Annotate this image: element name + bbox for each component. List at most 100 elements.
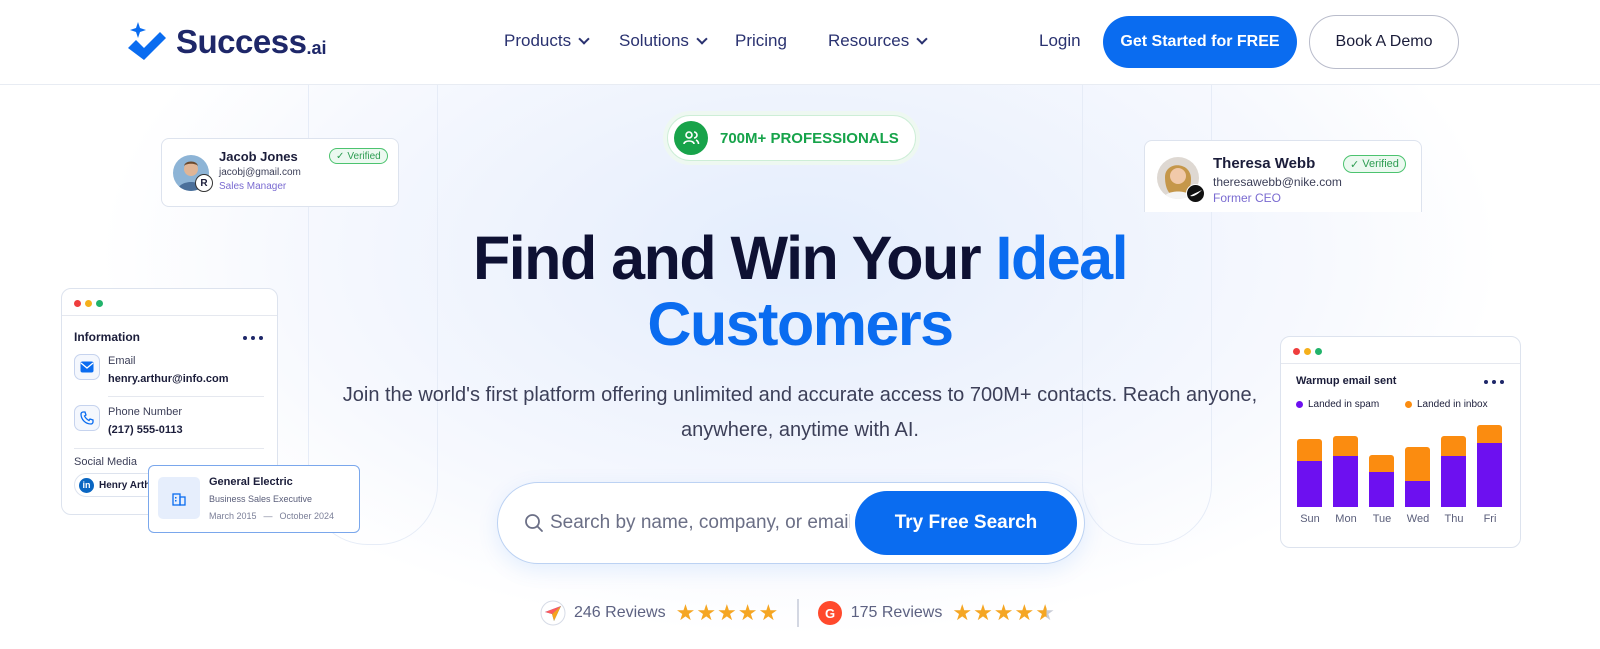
phone-value: (217) 555-0113 bbox=[108, 424, 183, 436]
company-logo-icon: R bbox=[195, 174, 213, 192]
check-circle-icon: ✓ bbox=[336, 150, 345, 162]
window-dot-green bbox=[96, 300, 103, 307]
company-card: General Electric Business Sales Executiv… bbox=[148, 465, 360, 533]
pill-label: 700M+ PROFESSIONALS bbox=[720, 129, 899, 147]
verified-label: Verified bbox=[347, 150, 381, 162]
search-input[interactable] bbox=[550, 507, 850, 539]
nav-resources-label: Resources bbox=[828, 31, 910, 50]
email-label: Email bbox=[108, 355, 136, 367]
top-navbar: Success .ai Products Solutions Pricing Re… bbox=[0, 0, 1600, 85]
headline-accent-ideal: Ideal bbox=[995, 224, 1129, 292]
login-link[interactable]: Login bbox=[1039, 31, 1081, 51]
svg-text:G: G bbox=[825, 606, 835, 621]
bar-inbox-tue bbox=[1369, 455, 1394, 472]
verified-badge: ✓ Verified bbox=[1343, 155, 1406, 173]
nav-resources[interactable]: Resources bbox=[828, 31, 928, 51]
phone-label: Phone Number bbox=[108, 406, 182, 418]
users-icon bbox=[674, 121, 708, 155]
window-dots bbox=[74, 300, 103, 307]
building-icon bbox=[158, 477, 200, 519]
window-dot-yellow bbox=[85, 300, 92, 307]
bar-inbox-sun bbox=[1297, 439, 1322, 461]
reviews-divider bbox=[797, 599, 799, 627]
success-logo-icon bbox=[128, 22, 166, 60]
nav-products-label: Products bbox=[504, 31, 572, 50]
capterra-icon[interactable] bbox=[540, 600, 566, 626]
more-options-icon[interactable] bbox=[243, 336, 263, 340]
employment-dates: March 2015 — October 2024 bbox=[209, 511, 334, 521]
verified-badge: ✓ Verified bbox=[329, 148, 388, 164]
g2-rating-stars: ★★★★★ bbox=[952, 600, 1056, 625]
company-role: Business Sales Executive bbox=[209, 494, 313, 504]
x-tick-label: Thu bbox=[1444, 513, 1464, 525]
try-free-search-button[interactable]: Try Free Search bbox=[855, 491, 1077, 555]
company-name: General Electric bbox=[209, 476, 293, 488]
x-tick-label: Tue bbox=[1372, 513, 1392, 525]
x-tick-label: Mon bbox=[1335, 513, 1357, 525]
bar-spam-sun bbox=[1297, 461, 1322, 507]
end-date: October 2024 bbox=[279, 511, 335, 521]
professionals-pill: 700M+ PROFESSIONALS bbox=[667, 115, 916, 161]
date-separator: — bbox=[263, 511, 273, 521]
bar-inbox-wed bbox=[1405, 447, 1430, 481]
x-tick-label: Sun bbox=[1300, 513, 1320, 525]
chevron-down-icon bbox=[696, 33, 708, 45]
hero-headline: Find and Win Your Ideal Customers bbox=[400, 225, 1200, 357]
phone-icon bbox=[74, 405, 100, 431]
bar-spam-fri bbox=[1477, 443, 1502, 507]
g2-review-count[interactable]: 175 Reviews bbox=[851, 604, 943, 622]
contact-name: Theresa Webb bbox=[1213, 155, 1316, 172]
bar-spam-mon bbox=[1333, 456, 1358, 507]
window-dot-red bbox=[74, 300, 81, 307]
bar-spam-wed bbox=[1405, 481, 1430, 507]
g2-icon[interactable]: G bbox=[817, 600, 843, 626]
warmup-bar-chart: Sun Mon Tue Wed Thu Fri bbox=[1281, 337, 1520, 547]
contact-role: Sales Manager bbox=[219, 181, 287, 192]
bar-spam-thu bbox=[1441, 456, 1466, 507]
contact-role: Former CEO bbox=[1213, 191, 1282, 205]
headline-dark: Find and Win Your bbox=[472, 224, 982, 292]
verified-label: Verified bbox=[1362, 158, 1399, 170]
brand-name: Success bbox=[176, 23, 307, 60]
contact-email: jacobj@gmail.com bbox=[219, 167, 301, 178]
nav-products[interactable]: Products bbox=[504, 31, 590, 51]
nike-logo-icon bbox=[1186, 184, 1205, 203]
capterra-rating-stars: ★★★★★ bbox=[675, 600, 780, 625]
nav-solutions-label: Solutions bbox=[619, 31, 689, 50]
hero-search-bar: Try Free Search bbox=[497, 482, 1085, 564]
mail-icon bbox=[74, 354, 100, 380]
nav-solutions[interactable]: Solutions bbox=[619, 31, 708, 51]
search-icon bbox=[525, 514, 543, 532]
contact-name: Jacob Jones bbox=[219, 149, 298, 164]
capterra-review-count[interactable]: 246 Reviews bbox=[574, 604, 666, 622]
chevron-down-icon bbox=[916, 33, 928, 45]
x-tick-label: Wed bbox=[1406, 513, 1430, 525]
brand-logo[interactable]: Success .ai bbox=[124, 20, 326, 64]
book-demo-button[interactable]: Book A Demo bbox=[1309, 15, 1459, 69]
bar-spam-tue bbox=[1369, 472, 1394, 507]
bar-inbox-fri bbox=[1477, 425, 1502, 443]
field-divider bbox=[108, 396, 264, 397]
start-date: March 2015 bbox=[209, 511, 257, 521]
field-divider bbox=[74, 448, 264, 449]
x-tick-label: Fri bbox=[1483, 513, 1497, 525]
brand-suffix: .ai bbox=[306, 37, 327, 58]
bar-inbox-mon bbox=[1333, 436, 1358, 456]
chevron-down-icon bbox=[578, 33, 590, 45]
email-value: henry.arthur@info.com bbox=[108, 373, 229, 385]
information-title: Information bbox=[74, 330, 140, 344]
social-label: Social Media bbox=[74, 456, 137, 468]
warmup-chart-card: Warmup email sent Landed in spam Landed … bbox=[1280, 336, 1521, 548]
nav-pricing-label: Pricing bbox=[735, 31, 787, 50]
nav-pricing[interactable]: Pricing bbox=[735, 31, 787, 51]
reviews-row: 246 Reviews ★★★★★ G 175 Reviews ★★★★★ bbox=[540, 598, 1056, 628]
headline-accent-customers: Customers bbox=[647, 290, 954, 358]
window-divider bbox=[62, 315, 277, 316]
get-started-button[interactable]: Get Started for FREE bbox=[1103, 16, 1297, 68]
hero-subheadline: Join the world's first platform offering… bbox=[342, 384, 1258, 441]
contact-card-jacob: R Jacob Jones jacobj@gmail.com Sales Man… bbox=[161, 138, 399, 207]
bar-inbox-thu bbox=[1441, 436, 1466, 456]
contact-card-theresa: Theresa Webb theresawebb@nike.com Former… bbox=[1144, 140, 1422, 212]
linkedin-icon: in bbox=[79, 477, 94, 493]
check-circle-icon: ✓ bbox=[1350, 158, 1360, 171]
